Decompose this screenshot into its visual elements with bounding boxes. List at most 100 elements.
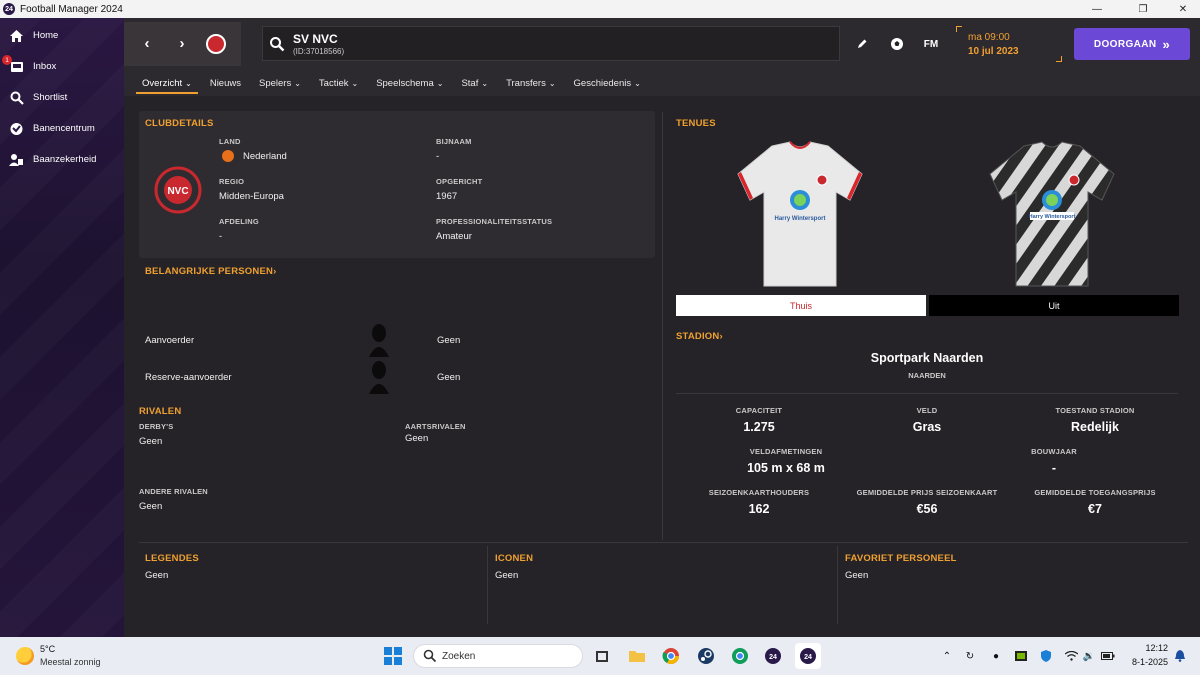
capacity-label: CAPACITEIT — [735, 406, 783, 415]
weather-sun-icon[interactable] — [16, 647, 34, 665]
sync-icon[interactable]: ↻ — [962, 649, 978, 663]
inbox-count-badge: 1 — [2, 55, 12, 65]
volume-icon[interactable]: 🔉 — [1081, 649, 1097, 663]
captain-silhouette-icon — [369, 324, 389, 357]
svg-text:NVC: NVC — [167, 186, 188, 197]
stadium-title: STADION — [676, 331, 720, 342]
maximize-button[interactable]: ❐ — [1126, 0, 1160, 18]
tab-transfers[interactable]: Transfers ⌄ — [500, 72, 561, 94]
close-button[interactable]: ✕ — [1166, 0, 1200, 18]
weather-temperature[interactable]: 5°C — [40, 644, 55, 654]
sidebar-item-baanzekerheid[interactable]: Baanzekerheid — [0, 144, 124, 175]
chevron-down-icon: ⌄ — [351, 78, 359, 88]
stadium-city: NAARDEN — [908, 371, 946, 380]
regio-label: REGIO — [219, 177, 245, 186]
vice-captain-role: Reserve-aanvoerder — [145, 372, 232, 383]
avg-ticket-price-value: €7 — [1088, 502, 1102, 516]
game-date: ma 09:00 10 jul 2023 — [956, 26, 1062, 62]
chrome-icon[interactable] — [658, 643, 684, 669]
key-people-link[interactable]: BELANGRIJKE PERSONEN› — [145, 266, 276, 277]
back-arrow-icon[interactable]: ‹ — [139, 35, 155, 52]
derbys-label: DERBY'S — [139, 422, 174, 431]
club-crest-large: NVC — [154, 166, 202, 214]
away-kit-sponsor: Harry Wintersport — [1029, 214, 1076, 220]
bijnaam-label: BIJNAAM — [436, 137, 472, 146]
football-icon[interactable] — [888, 36, 906, 52]
opgericht-label: OPGERICHT — [436, 177, 483, 186]
tab-nieuws[interactable]: Nieuws — [204, 72, 247, 94]
kit-tab-home[interactable]: Thuis — [676, 295, 926, 316]
task-view-icon[interactable] — [589, 643, 615, 669]
edit-pencil-icon[interactable] — [853, 36, 871, 52]
chevron-down-icon: ⌄ — [481, 78, 489, 88]
weather-description[interactable]: Meestal zonnig — [40, 657, 101, 667]
continue-button[interactable]: DOORGAAN » — [1074, 28, 1190, 60]
legends-title: LEGENDES — [145, 553, 199, 564]
clock-time[interactable]: 12:12 — [1128, 643, 1168, 653]
chevron-down-icon: ⌄ — [294, 78, 301, 88]
nvidia-icon[interactable] — [1013, 649, 1029, 663]
sidebar-item-inbox[interactable]: 1 Inbox — [0, 51, 124, 82]
sidebar-item-banencentrum[interactable]: Banencentrum — [0, 113, 124, 144]
windows-start-icon[interactable] — [380, 643, 406, 669]
fm-logo-icon[interactable]: FM — [920, 36, 942, 52]
stadium-divider — [676, 393, 1178, 394]
tab-spelers[interactable]: Spelers ⌄ — [253, 72, 307, 94]
captain-role: Aanvoerder — [145, 335, 195, 346]
forward-arrow-icon[interactable]: › — [174, 35, 190, 52]
land-value[interactable]: Nederland — [243, 151, 287, 162]
netherlands-flag-icon — [222, 150, 234, 162]
chevron-right-icon: › — [719, 331, 723, 342]
sidebar-item-shortlist[interactable]: Shortlist — [0, 82, 124, 113]
stadium-link[interactable]: STADION› — [676, 331, 723, 342]
pitch-value: Gras — [912, 420, 942, 434]
tray-overflow-chevron-icon[interactable]: ⌃ — [939, 649, 955, 663]
other-rivals-label: ANDERE RIVALEN — [139, 487, 208, 496]
tab-staf[interactable]: Staf ⌄ — [455, 72, 494, 94]
battery-icon[interactable] — [1100, 649, 1116, 663]
stadium-name: Sportpark Naarden — [870, 351, 984, 365]
file-explorer-icon[interactable] — [624, 643, 650, 669]
favourite-staff-title: FAVORIET PERSONEEL — [845, 553, 957, 564]
game-time: ma 09:00 — [968, 32, 1010, 43]
taskbar-search-field[interactable]: Zoeken — [413, 644, 583, 668]
search-icon — [423, 649, 437, 666]
chrome-profile-icon[interactable] — [727, 643, 753, 669]
football-manager-active-icon[interactable]: 24 — [795, 643, 821, 669]
avg-season-ticket-price-label: GEMIDDELDE PRIJS SEIZOENKAART — [856, 488, 998, 497]
legends-value: Geen — [145, 570, 169, 581]
kit-tab-away[interactable]: Uit — [929, 295, 1179, 316]
avg-ticket-price-label: GEMIDDELDE TOEGANGSPRIJS — [1034, 488, 1156, 497]
tab-label: Nieuws — [209, 77, 241, 89]
tab-speelschema[interactable]: Speelschema ⌄ — [370, 72, 449, 94]
sidebar-item-label: Banencentrum — [33, 123, 95, 134]
wifi-icon[interactable] — [1063, 649, 1079, 663]
club-crest-icon[interactable] — [206, 34, 226, 54]
tab-label: Speelschema — [376, 77, 434, 89]
build-year-label: BOUWJAAR — [1031, 447, 1077, 456]
tab-label: Staf — [461, 77, 479, 89]
rivals-title: RIVALEN — [139, 406, 182, 417]
pitch-size-value: 105 m x 68 m — [747, 461, 825, 475]
minimize-button[interactable]: — — [1080, 0, 1114, 18]
tab-geschiedenis[interactable]: Geschiedenis ⌄ — [568, 72, 647, 94]
chevron-down-icon: ⌄ — [436, 78, 444, 88]
search-icon[interactable] — [269, 36, 285, 52]
favourite-staff-value: Geen — [845, 570, 869, 581]
captain-name: Geen — [437, 335, 461, 346]
defender-shield-icon[interactable] — [1038, 649, 1054, 663]
club-search-bar[interactable]: SV NVC (ID:37018566) — [262, 26, 840, 61]
steam-icon[interactable] — [693, 643, 719, 669]
notification-bell-icon[interactable] — [1172, 649, 1188, 663]
sidebar-item-home[interactable]: Home — [0, 20, 124, 51]
tab-overzicht[interactable]: Overzicht ⌄ — [136, 72, 198, 94]
tab-tactiek[interactable]: Tactiek ⌄ — [313, 72, 364, 94]
windows-taskbar: 5°C Meestal zonnig Zoeken 24 24 ⌃ ↻ ● 🔉 — [0, 637, 1200, 675]
clock-date[interactable]: 8-1-2025 — [1118, 657, 1168, 667]
football-manager-taskbar-icon[interactable]: 24 — [760, 643, 786, 669]
app-tray-icon[interactable]: ● — [988, 649, 1004, 663]
date-corner-decoration — [956, 26, 962, 32]
land-label: LAND — [219, 137, 241, 146]
club-tabs: Overzicht ⌄ Nieuws Spelers ⌄ Tactiek ⌄ Spee… — [124, 70, 1200, 96]
date-corner-decoration — [1056, 56, 1062, 62]
